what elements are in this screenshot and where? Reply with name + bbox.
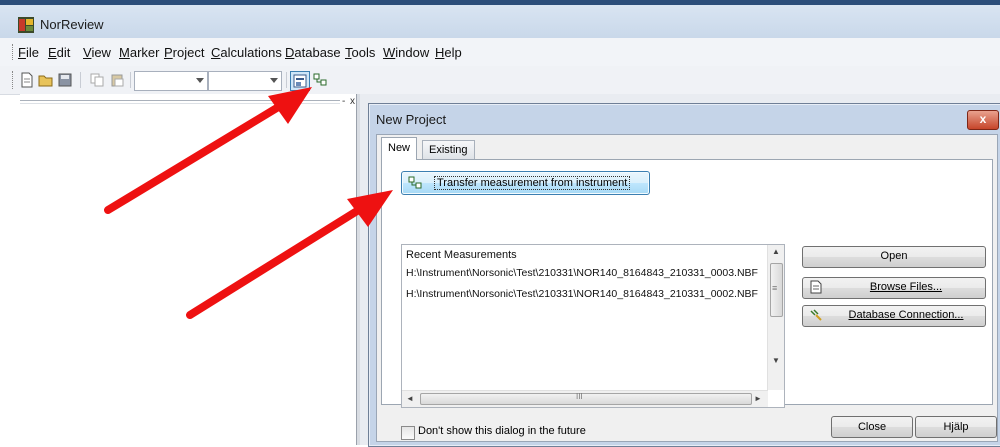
menu-project-mnemonic: P xyxy=(164,45,173,60)
browse-files-label: Browse Files... xyxy=(869,281,943,293)
menu-help-mnemonic: H xyxy=(435,45,445,60)
transfer-measurement-label: Transfer measurement from instrument xyxy=(434,176,631,190)
dont-show-label: Don't show this dialog in the future xyxy=(418,425,586,437)
vertical-scroll-thumb[interactable]: ≡ xyxy=(770,263,783,317)
menu-tools-mnemonic: T xyxy=(345,45,352,60)
left-pane: - x xyxy=(20,94,360,445)
recent-measurements-header: Recent Measurements xyxy=(406,249,517,261)
vertical-scrollbar[interactable]: ▲ ≡ ▼ xyxy=(767,245,784,390)
database-connection-label: Database Connection... xyxy=(848,309,964,321)
menu-view[interactable]: View xyxy=(83,45,111,60)
menu-bar: File Edit View Marker Project Calculatio… xyxy=(0,38,1000,66)
menu-tools[interactable]: Tools xyxy=(345,45,375,60)
vertical-scroll-grip: ≡ xyxy=(772,283,778,293)
pin-icon[interactable]: - xyxy=(342,96,345,107)
database-connection-button[interactable]: Database Connection... xyxy=(802,305,986,327)
save-icon[interactable] xyxy=(56,71,74,89)
menu-project[interactable]: Project xyxy=(164,45,204,60)
horizontal-scrollbar[interactable]: ◄ III ► xyxy=(402,390,768,407)
toolbar-separator xyxy=(130,72,131,88)
help-button[interactable]: Hjälp xyxy=(915,416,997,438)
toolbar-separator xyxy=(286,72,287,88)
transfer-instrument-icon xyxy=(408,176,424,190)
paste-icon[interactable] xyxy=(108,71,126,89)
close-button[interactable]: Close xyxy=(831,416,913,438)
horizontal-scroll-thumb[interactable]: III xyxy=(420,392,752,405)
title-bar: NorReview xyxy=(0,0,1000,39)
toolbar-combo-1[interactable] xyxy=(134,71,208,91)
menu-help[interactable]: Help xyxy=(435,45,462,60)
scroll-left-icon[interactable]: ◄ xyxy=(406,394,414,403)
toolbar-grip xyxy=(12,71,15,89)
menu-window-mnemonic: W xyxy=(383,45,396,60)
dialog-close-button[interactable]: x xyxy=(967,110,999,130)
menu-view-mnemonic: V xyxy=(83,45,92,60)
norreview-app-icon xyxy=(18,17,34,33)
dont-show-checkbox[interactable] xyxy=(401,426,415,440)
recent-measurements-list[interactable]: Recent Measurements H:\Instrument\Norson… xyxy=(401,244,785,408)
list-item[interactable]: H:\Instrument\Norsonic\Test\210331\NOR14… xyxy=(406,288,758,300)
menu-database-mnemonic: D xyxy=(285,45,295,60)
menu-window[interactable]: Window xyxy=(383,45,429,60)
new-project-dialog: New Project x New Existing Transfer meas… xyxy=(368,103,1000,447)
tab-panel-new: Transfer measurement from instrument Rec… xyxy=(381,159,993,440)
dialog-title: New Project xyxy=(376,112,447,127)
tab-new[interactable]: New xyxy=(381,137,418,160)
chevron-down-icon xyxy=(270,78,278,83)
menu-database[interactable]: Database xyxy=(285,45,341,60)
menu-marker[interactable]: Marker xyxy=(119,45,159,60)
tab-existing[interactable]: Existing xyxy=(422,140,475,160)
project-window-icon[interactable] xyxy=(290,71,310,91)
new-document-icon[interactable] xyxy=(18,71,36,89)
menu-calculations-mnemonic: C xyxy=(211,45,221,60)
open-button-label: Open xyxy=(880,250,908,262)
menu-file[interactable]: File xyxy=(18,45,39,60)
pane-header-line xyxy=(20,100,340,104)
close-icon[interactable]: x xyxy=(350,96,355,107)
toolbar-combo-2[interactable] xyxy=(208,71,282,91)
scroll-right-icon[interactable]: ► xyxy=(754,394,762,403)
menu-marker-mnemonic: M xyxy=(119,45,130,60)
toolbar xyxy=(0,66,1000,95)
menu-file-mnemonic: F xyxy=(18,45,26,60)
menu-edit[interactable]: Edit xyxy=(48,45,70,60)
menu-calculations[interactable]: Calculations xyxy=(211,45,282,60)
browse-files-button[interactable]: Browse Files... xyxy=(802,277,986,299)
window-title: NorReview xyxy=(40,17,104,32)
toolbar-separator xyxy=(80,72,81,88)
dialog-body: New Existing Transfer measurement from i… xyxy=(376,134,998,442)
horizontal-scroll-grip: III xyxy=(576,392,583,401)
scroll-down-icon[interactable]: ▼ xyxy=(772,356,780,365)
open-folder-icon[interactable] xyxy=(37,71,55,89)
copy-icon[interactable] xyxy=(88,71,106,89)
title-bar-strip xyxy=(0,0,1000,5)
menu-grip xyxy=(12,44,15,60)
transfer-measurement-button[interactable]: Transfer measurement from instrument xyxy=(401,171,650,195)
scroll-up-icon[interactable]: ▲ xyxy=(772,247,780,256)
menu-edit-mnemonic: E xyxy=(48,45,57,60)
chevron-down-icon xyxy=(196,78,204,83)
transfer-instrument-icon[interactable] xyxy=(312,71,330,89)
open-button[interactable]: Open xyxy=(802,246,986,268)
list-item[interactable]: H:\Instrument\Norsonic\Test\210331\NOR14… xyxy=(406,267,758,279)
